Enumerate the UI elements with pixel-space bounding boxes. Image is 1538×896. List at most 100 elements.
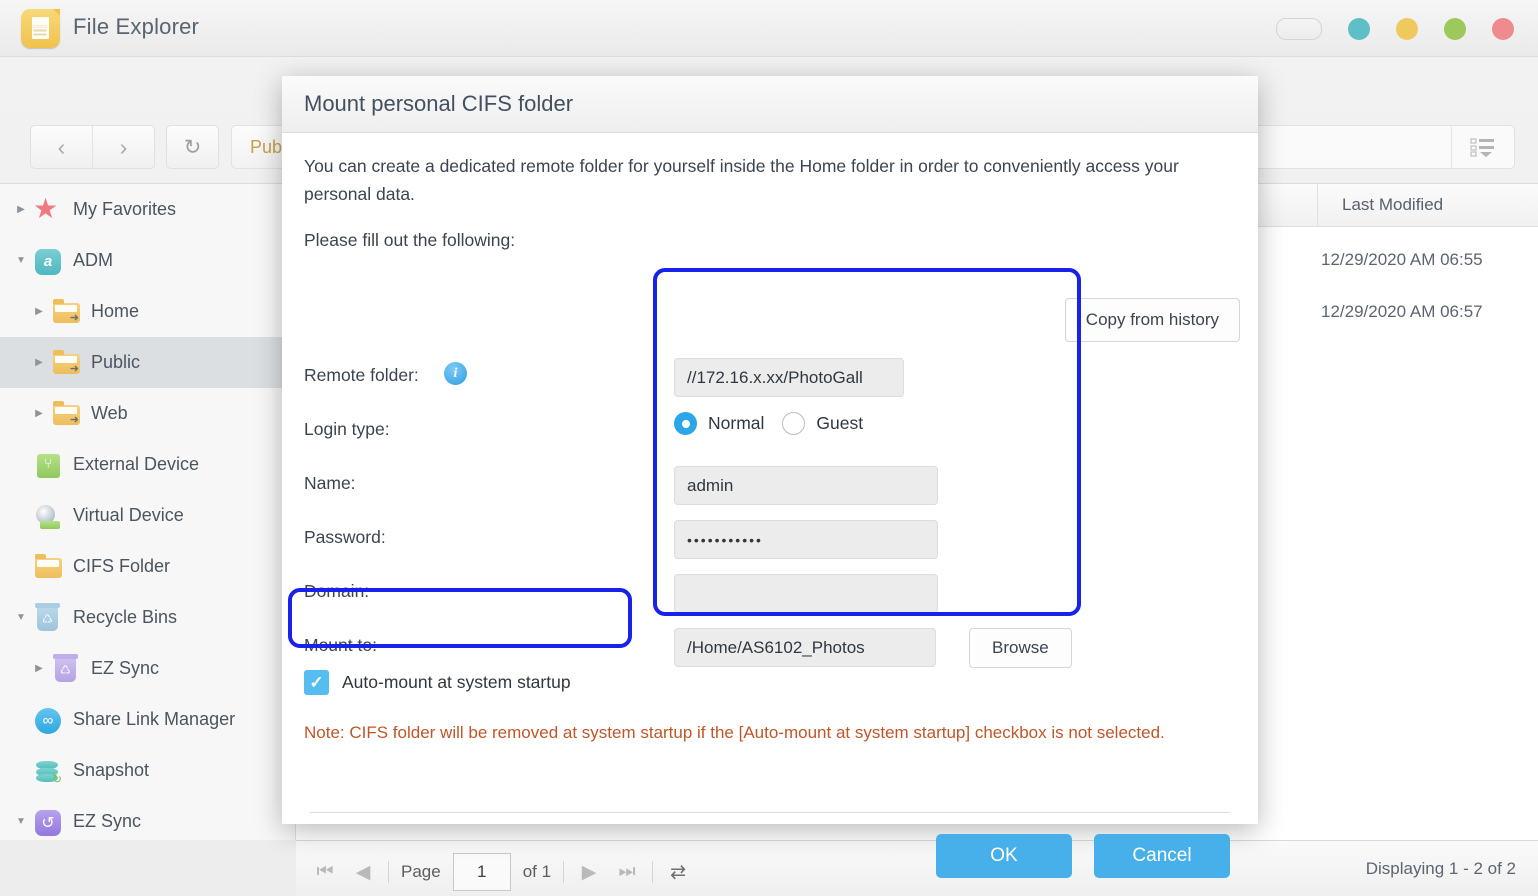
displaying-count: Displaying 1 - 2 of 2 — [1365, 859, 1516, 878]
cell-last-modified: 12/29/2020 AM 06:55 — [1321, 249, 1483, 269]
chevron-right-icon[interactable]: ▶ — [28, 357, 50, 368]
recycle-bin-icon — [32, 602, 66, 633]
chevron-right-icon[interactable]: ▶ — [28, 663, 50, 674]
folder-shared-icon — [50, 348, 84, 378]
sidebar-item-ez-sync-bin[interactable]: ▶ EZ Sync — [0, 643, 295, 694]
adm-icon: a — [32, 246, 66, 276]
radio-label: Guest — [816, 413, 864, 433]
folder-shared-icon — [50, 297, 84, 327]
label-domain: Domain: — [304, 581, 370, 601]
sidebar-item-snapshot[interactable]: ▶ Snapshot — [0, 745, 295, 796]
app-header: File Explorer — [0, 0, 1538, 57]
sidebar-item-public[interactable]: ▶ Public — [0, 337, 295, 388]
auto-mount-label: Auto-mount at system startup — [342, 672, 571, 692]
chevron-right-icon[interactable]: ▶ — [28, 306, 50, 317]
sidebar-item-label: External Device — [73, 454, 200, 474]
radio-normal[interactable]: Normal — [674, 412, 764, 435]
dialog-body: You can create a dedicated remote folder… — [282, 152, 1258, 878]
page-number-input[interactable]: 1 — [452, 853, 511, 891]
dialog-fillout-text: Please fill out the following: — [304, 230, 516, 250]
page-title: File Explorer — [73, 14, 200, 39]
pill-control[interactable] — [1276, 18, 1322, 40]
chevron-right-icon[interactable]: ▶ — [28, 408, 50, 419]
sidebar-item-label: Public — [91, 352, 141, 372]
form-row-remote-folder: Remote folder: i //172.16.x.xx/PhotoGall — [304, 352, 1234, 406]
dialog-intro-text: You can create a dedicated remote folder… — [304, 156, 1179, 204]
sidebar-item-ez-sync[interactable]: ▼ ↺ EZ Sync — [0, 796, 295, 840]
copy-from-history-button[interactable]: Copy from history — [1064, 298, 1240, 342]
mount-to-input[interactable]: /Home/AS6102_Photos — [674, 628, 936, 667]
disc-device-icon — [32, 501, 66, 531]
cell-last-modified: 12/29/2020 AM 06:57 — [1321, 301, 1483, 321]
document-icon — [21, 9, 60, 48]
recycle-bin-purple-icon — [50, 653, 84, 684]
ok-button[interactable]: OK — [936, 834, 1072, 878]
browse-button[interactable]: Browse — [969, 628, 1072, 668]
form-row-login-type: Login type: Normal Guest — [304, 406, 1234, 460]
cancel-button[interactable]: Cancel — [1094, 834, 1230, 878]
password-input[interactable]: ••••••••••• — [674, 520, 938, 559]
sidebar-item-recycle-bins[interactable]: ▼ Recycle Bins — [0, 592, 295, 643]
sidebar-item-label: Virtual Device — [73, 505, 184, 525]
sidebar-item-virtual-device[interactable]: ▶ Virtual Device — [0, 490, 295, 541]
sidebar-item-label: Recycle Bins — [73, 607, 178, 627]
chevron-right-icon[interactable]: ▶ — [10, 204, 32, 215]
name-input[interactable]: admin — [674, 466, 938, 505]
sidebar: ▶ ★ My Favorites ▼ a ADM ▶ Home ▶ Public… — [0, 184, 296, 840]
page-label: Page — [401, 862, 441, 881]
radio-label: Normal — [708, 413, 765, 433]
usb-device-icon — [32, 450, 66, 480]
chevron-down-icon[interactable]: ▼ — [10, 255, 32, 266]
chevron-down-icon[interactable]: ▼ — [10, 816, 32, 827]
file-explorer-window: File Explorer ‹ › ↻ Public › — [0, 0, 1538, 896]
red-dot[interactable] — [1492, 18, 1514, 40]
label-password: Password: — [304, 527, 386, 547]
label-remote-folder: Remote folder: — [304, 365, 419, 385]
sidebar-item-home[interactable]: ▶ Home — [0, 286, 295, 337]
radio-dot-selected[interactable] — [674, 412, 697, 435]
sidebar-item-label: Share Link Manager — [73, 709, 236, 729]
sidebar-item-external-device[interactable]: ▶ External Device — [0, 439, 295, 490]
form-row-mount-to: Mount to: /Home/AS6102_Photos Browse — [304, 622, 1234, 676]
remote-folder-input[interactable]: //172.16.x.xx/PhotoGall — [674, 358, 904, 397]
teal-dot[interactable] — [1348, 18, 1370, 40]
radio-dot[interactable] — [782, 412, 806, 435]
form-row-name: Name: admin — [304, 460, 1234, 514]
sidebar-item-share-link-manager[interactable]: ▶ ∞ Share Link Manager — [0, 694, 295, 745]
prev-page-button[interactable]: ◀ — [350, 861, 376, 884]
domain-input[interactable] — [674, 574, 938, 613]
refresh-list-icon[interactable]: ⇄ — [665, 861, 691, 884]
yellow-dot[interactable] — [1396, 18, 1418, 40]
auto-mount-checkbox-row[interactable]: ✓ Auto-mount at system startup — [304, 670, 571, 695]
sidebar-item-label: Snapshot — [73, 760, 150, 780]
sidebar-item-adm[interactable]: ▼ a ADM — [0, 235, 295, 286]
folder-icon — [32, 552, 66, 582]
first-page-button[interactable]: ⏮ — [312, 861, 338, 883]
green-dot[interactable] — [1444, 18, 1466, 40]
label-mount-to: Mount to: — [304, 635, 377, 655]
label-login-type: Login type: — [304, 419, 390, 439]
sidebar-item-label: EZ Sync — [91, 658, 160, 678]
dialog-title: Mount personal CIFS folder — [282, 76, 1258, 133]
column-header-last-modified[interactable]: Last Modified — [1317, 184, 1538, 226]
info-icon[interactable]: i — [444, 362, 467, 385]
sidebar-item-cifs-folder[interactable]: ▶ CIFS Folder — [0, 541, 295, 592]
status-bar: ⏮ ◀ Page 1 of 1 ▶ ⏭ ⇄ Displaying 1 - 2 o… — [296, 840, 1538, 896]
snapshot-icon — [32, 756, 66, 786]
warning-note: Note: CIFS folder will be removed at sys… — [304, 723, 1165, 742]
sidebar-item-my-favorites[interactable]: ▶ ★ My Favorites — [0, 184, 295, 235]
star-icon: ★ — [33, 192, 59, 224]
last-page-button[interactable]: ⏭ — [614, 861, 640, 883]
sidebar-item-label: EZ Sync — [73, 811, 142, 831]
sidebar-item-label: ADM — [73, 250, 113, 270]
chevron-down-icon[interactable]: ▼ — [10, 612, 32, 623]
share-icon: ∞ — [32, 705, 66, 735]
auto-mount-checkbox[interactable]: ✓ — [304, 670, 329, 695]
radio-guest[interactable]: Guest — [782, 412, 863, 435]
form-row-domain: Domain: — [304, 568, 1234, 622]
next-page-button[interactable]: ▶ — [576, 861, 602, 884]
mount-cifs-dialog: Mount personal CIFS folder You can creat… — [282, 76, 1258, 878]
sidebar-item-web[interactable]: ▶ Web — [0, 388, 295, 439]
login-type-radio-group: Normal Guest — [674, 412, 863, 435]
sidebar-item-label: Web — [91, 403, 128, 423]
